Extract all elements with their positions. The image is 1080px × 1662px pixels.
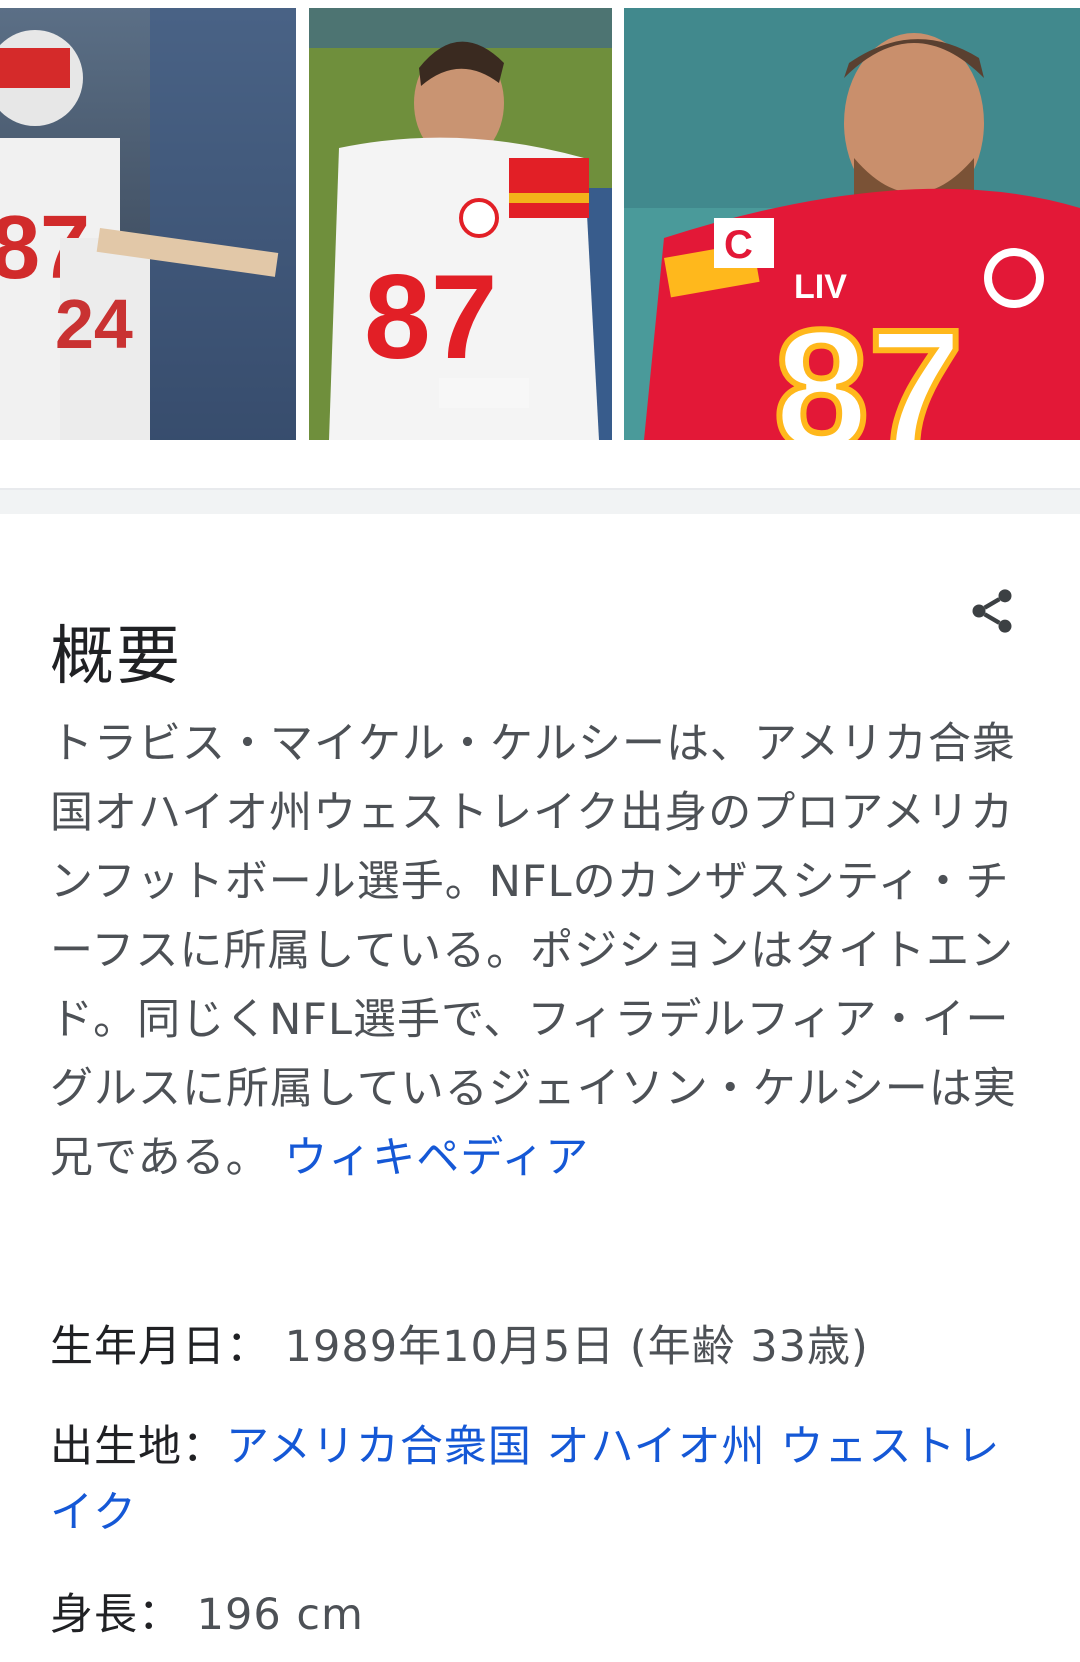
birthplace-country-link[interactable]: アメリカ合衆国 [226, 1422, 532, 1472]
fact-birth-date: 生年月日： 1989年10月5日 (年齢 33歳) [50, 1314, 1040, 1380]
svg-text:LIV: LIV [794, 268, 847, 306]
svg-text:C: C [724, 223, 753, 267]
player-photo-1[interactable]: 87 24 [0, 8, 296, 440]
section-title: 概要 [50, 620, 182, 695]
fact-height: 身長： 196 cm [50, 1582, 1040, 1648]
player-photo-3[interactable]: C 87 LIV [624, 8, 1080, 440]
summary-text: トラビス・マイケル・ケルシーは、アメリカ合衆国オハイオ州ウェストレイク出身のプロ… [50, 710, 1030, 1193]
wikipedia-link[interactable]: ウィキペディア [284, 1133, 589, 1183]
player-photo-2[interactable]: 87 [309, 8, 612, 440]
birthplace-label: 出生地： [50, 1422, 226, 1472]
birth-date-value: 1989年10月5日 (年齢 33歳) [284, 1322, 869, 1372]
svg-text:87: 87 [774, 295, 963, 440]
section-divider [0, 488, 1080, 514]
svg-text:87: 87 [364, 250, 497, 384]
svg-text:24: 24 [55, 285, 133, 363]
height-value: 196 cm [196, 1590, 364, 1640]
fact-birthplace: 出生地：アメリカ合衆国 オハイオ州 ウェストレイク [50, 1414, 1040, 1546]
birthplace-state-link[interactable]: オハイオ州 [547, 1422, 766, 1472]
share-icon[interactable] [966, 585, 1018, 637]
image-strip: 87 24 87 C 87 LIV [0, 0, 1080, 440]
height-label: 身長： [50, 1590, 182, 1640]
summary-body: トラビス・マイケル・ケルシーは、アメリカ合衆国オハイオ州ウェストレイク出身のプロ… [50, 719, 1017, 1183]
birth-date-label: 生年月日： [50, 1322, 270, 1372]
